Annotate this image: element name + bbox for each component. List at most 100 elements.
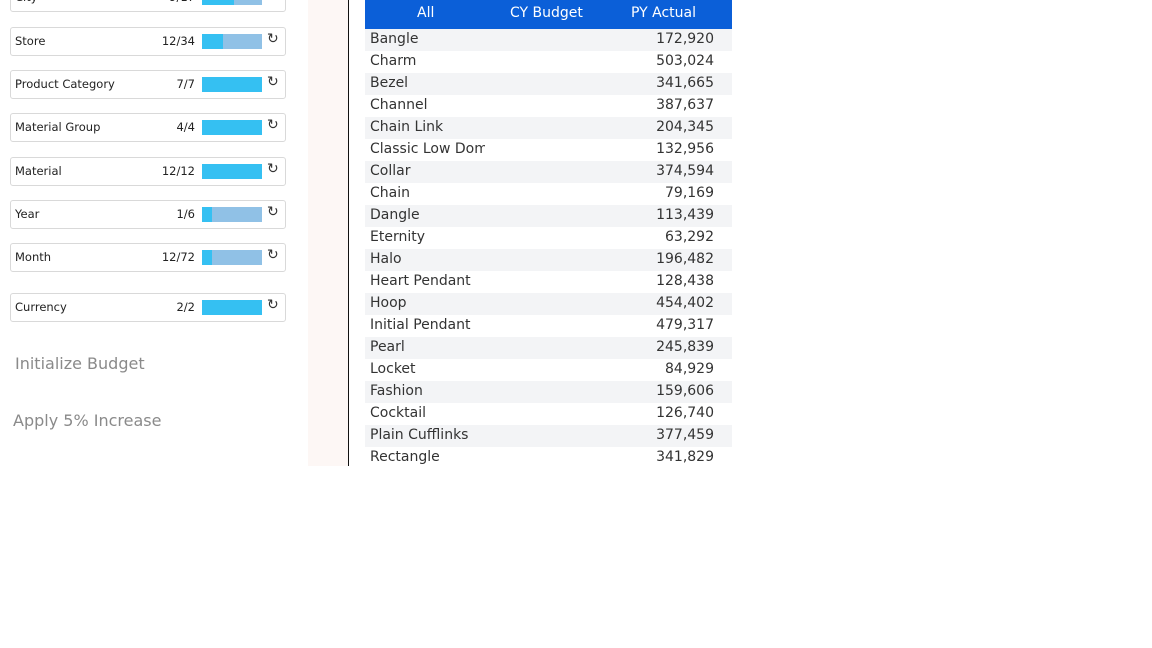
row-name: Plain Cufflinks (370, 427, 469, 443)
filter-label: Currency (15, 300, 67, 314)
row-name: Collar (370, 163, 411, 179)
filter-selection-bar (202, 300, 262, 315)
table-row: Dangle 113,439 (365, 205, 732, 227)
reset-icon[interactable]: ↻ (267, 74, 279, 90)
table-row: Cocktail 126,740 (365, 403, 732, 425)
row-py-actual: 126,740 (656, 405, 714, 421)
row-py-actual: 341,829 (656, 449, 714, 465)
filter-selection-fill (202, 250, 213, 265)
filter-count: 12/12 (161, 164, 195, 178)
divider-panel (308, 0, 348, 466)
table-row: Bangle 172,920 (365, 29, 732, 51)
row-py-actual: 128,438 (656, 273, 714, 289)
header-all[interactable]: All (417, 5, 434, 21)
filter-count: 2/2 (176, 300, 195, 314)
filter-label: Material (15, 164, 62, 178)
filter-material[interactable]: Material 12/12 ↻ (10, 157, 286, 186)
header-py-actual[interactable]: PY Actual (631, 5, 696, 21)
apply-increase-button[interactable]: Apply 5% Increase (13, 411, 161, 430)
initialize-budget-button[interactable]: Initialize Budget (15, 354, 145, 373)
budget-table: All CY Budget PY Actual Bangle 172,920 Cha… (365, 0, 732, 469)
reset-icon[interactable]: ↻ (267, 31, 279, 47)
row-name: Charm (370, 53, 417, 69)
table-row: Fashion 159,606 (365, 381, 732, 403)
filter-city[interactable]: City 9/17 ↻ (10, 0, 286, 12)
table-row: Heart Pendant 128,438 (365, 271, 732, 293)
row-py-actual: 387,637 (656, 97, 714, 113)
row-py-actual: 454,402 (656, 295, 714, 311)
row-name: Cocktail (370, 405, 426, 421)
reset-icon[interactable]: ↻ (267, 161, 279, 177)
row-py-actual: 341,665 (656, 75, 714, 91)
reset-icon[interactable]: ↻ (267, 247, 279, 263)
filter-label: Month (15, 250, 52, 264)
filter-selection-bar (202, 0, 262, 5)
row-name: Halo (370, 251, 402, 267)
row-py-actual: 132,956 (656, 141, 714, 157)
filter-currency[interactable]: Currency 2/2 ↻ (10, 293, 286, 322)
table-row: Hoop 454,402 (365, 293, 732, 315)
row-name: Dangle (370, 207, 420, 223)
filter-selection-fill (202, 77, 262, 92)
row-name: Channel (370, 97, 428, 113)
row-py-actual: 479,317 (656, 317, 714, 333)
filter-count: 7/7 (176, 77, 195, 91)
row-py-actual: 377,459 (656, 427, 714, 443)
reset-icon[interactable]: ↻ (267, 117, 279, 133)
table-row: Bezel 341,665 (365, 73, 732, 95)
filter-count: 1/6 (176, 207, 195, 221)
row-name: Heart Pendant (370, 273, 471, 289)
filter-year[interactable]: Year 1/6 ↻ (10, 200, 286, 229)
filter-count: 12/72 (161, 250, 195, 264)
table-row: Locket 84,929 (365, 359, 732, 381)
filter-selection-bar (202, 34, 262, 49)
reset-icon[interactable]: ↻ (267, 0, 279, 3)
filter-selection-fill (202, 34, 223, 49)
row-name: Fashion (370, 383, 423, 399)
row-py-actual: 204,345 (656, 119, 714, 135)
reset-icon[interactable]: ↻ (267, 204, 279, 220)
filter-count: 9/17 (169, 0, 195, 4)
filter-selection-bar (202, 207, 262, 222)
table-row: Rectangle 341,829 (365, 447, 732, 469)
row-py-actual: 63,292 (665, 229, 714, 245)
row-name: Initial Pendant (370, 317, 471, 333)
table-row: Classic Low Dome 132,956 (365, 139, 732, 161)
reset-icon[interactable]: ↻ (267, 297, 279, 313)
filter-label: Product Category (15, 77, 115, 91)
row-name: Rectangle (370, 449, 440, 465)
row-name: Locket (370, 361, 416, 377)
table-row: Channel 387,637 (365, 95, 732, 117)
filter-selection-fill (202, 164, 262, 179)
filter-store[interactable]: Store 12/34 ↻ (10, 27, 286, 56)
row-name: Bezel (370, 75, 409, 91)
table-row: Collar 374,594 (365, 161, 732, 183)
row-py-actual: 84,929 (665, 361, 714, 377)
divider-line (348, 0, 349, 466)
filter-selection-bar (202, 250, 262, 265)
filter-label: Year (15, 207, 40, 221)
row-name: Chain Link (370, 119, 444, 135)
table-row: Halo 196,482 (365, 249, 732, 271)
header-cy-budget[interactable]: CY Budget (510, 5, 583, 21)
row-py-actual: 159,606 (656, 383, 714, 399)
row-py-actual: 245,839 (656, 339, 714, 355)
row-name: Bangle (370, 31, 419, 47)
row-py-actual: 172,920 (656, 31, 714, 47)
table-row: Plain Cufflinks 377,459 (365, 425, 732, 447)
row-py-actual: 113,439 (656, 207, 714, 223)
filter-material-group[interactable]: Material Group 4/4 ↻ (10, 113, 286, 142)
filter-product-category[interactable]: Product Category 7/7 ↻ (10, 70, 286, 99)
table-row: Pearl 245,839 (365, 337, 732, 359)
row-name: Chain (370, 185, 410, 201)
row-py-actual: 79,169 (665, 185, 714, 201)
filter-label: City (15, 0, 38, 4)
filter-label: Material Group (15, 120, 101, 134)
row-name: Hoop (370, 295, 407, 311)
row-py-actual: 503,024 (656, 53, 714, 69)
filter-month[interactable]: Month 12/72 ↻ (10, 243, 286, 272)
row-name: Pearl (370, 339, 405, 355)
table-row: Initial Pendant 479,317 (365, 315, 732, 337)
filter-selection-fill (202, 0, 234, 5)
filter-selection-bar (202, 77, 262, 92)
